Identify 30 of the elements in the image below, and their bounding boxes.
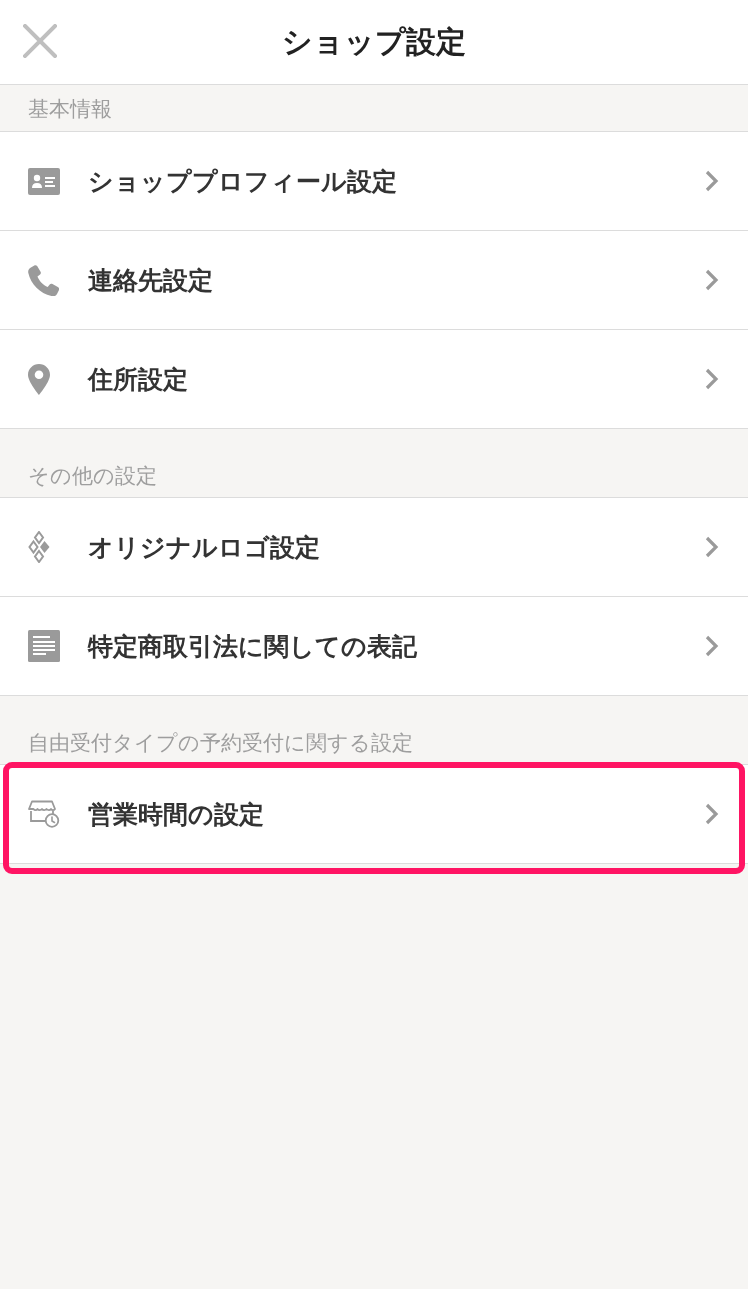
settings-row[interactable]: 特定商取引法に関しての表記	[0, 597, 748, 696]
phone-icon	[28, 264, 59, 296]
document-icon	[28, 630, 60, 662]
settings-row[interactable]: 住所設定	[0, 330, 748, 429]
id-card-icon	[28, 167, 60, 195]
chevron-right-icon	[705, 536, 719, 558]
chevron-right-icon	[705, 635, 719, 657]
row-label: オリジナルロゴ設定	[88, 534, 320, 560]
diamonds-icon	[28, 531, 50, 563]
shop-clock-icon	[28, 800, 60, 828]
section-heading: 自由受付タイプの予約受付に関する設定	[28, 732, 413, 753]
chevron-right-icon	[705, 269, 719, 291]
row-label: 住所設定	[88, 366, 188, 392]
row-label: 連絡先設定	[88, 267, 213, 293]
close-button[interactable]	[22, 23, 58, 59]
settings-row[interactable]: ショッププロフィール設定	[0, 132, 748, 231]
close-icon	[23, 24, 57, 58]
settings-row[interactable]: オリジナルロゴ設定	[0, 498, 748, 597]
chevron-right-icon	[705, 803, 719, 825]
settings-row[interactable]: 連絡先設定	[0, 231, 748, 330]
row-label: 特定商取引法に関しての表記	[88, 633, 417, 659]
section-heading: その他の設定	[28, 465, 157, 486]
settings-row[interactable]: 営業時間の設定	[0, 765, 748, 864]
map-pin-icon	[28, 363, 50, 395]
row-label: 営業時間の設定	[88, 801, 264, 827]
chevron-right-icon	[705, 368, 719, 390]
row-label: ショッププロフィール設定	[88, 168, 397, 194]
section-heading: 基本情報	[28, 97, 112, 119]
page-title: ショップ設定	[282, 27, 466, 57]
chevron-right-icon	[705, 170, 719, 192]
